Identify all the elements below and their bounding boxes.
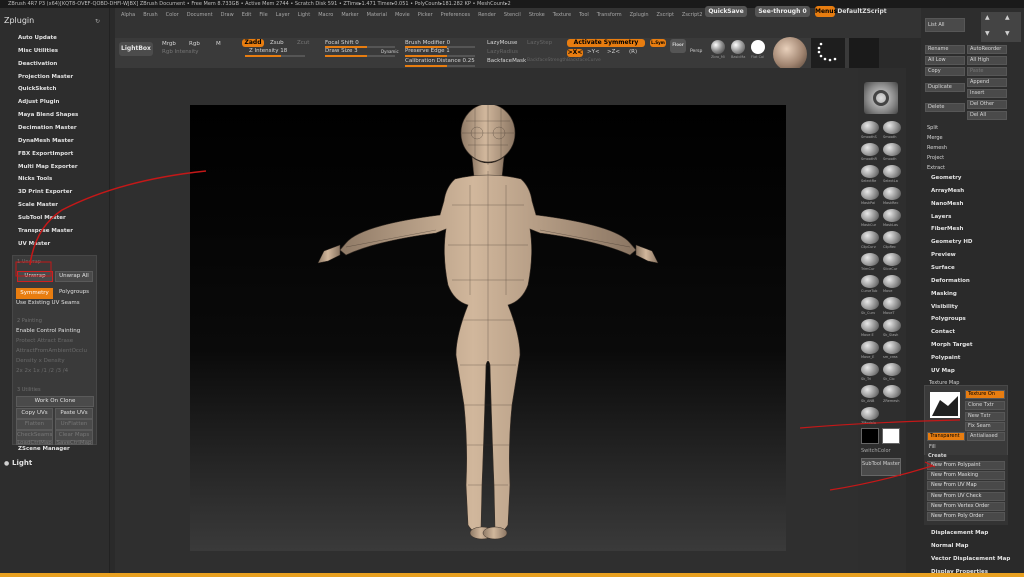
annotation-arrow-polypaint xyxy=(829,465,933,491)
annotation-arrow-newtxtr xyxy=(799,419,961,429)
annotation-overlay xyxy=(15,170,961,491)
annotation-arrow-left xyxy=(29,170,207,266)
bottom-status-line xyxy=(0,573,1024,577)
annotation-box-unwrap xyxy=(15,261,52,277)
